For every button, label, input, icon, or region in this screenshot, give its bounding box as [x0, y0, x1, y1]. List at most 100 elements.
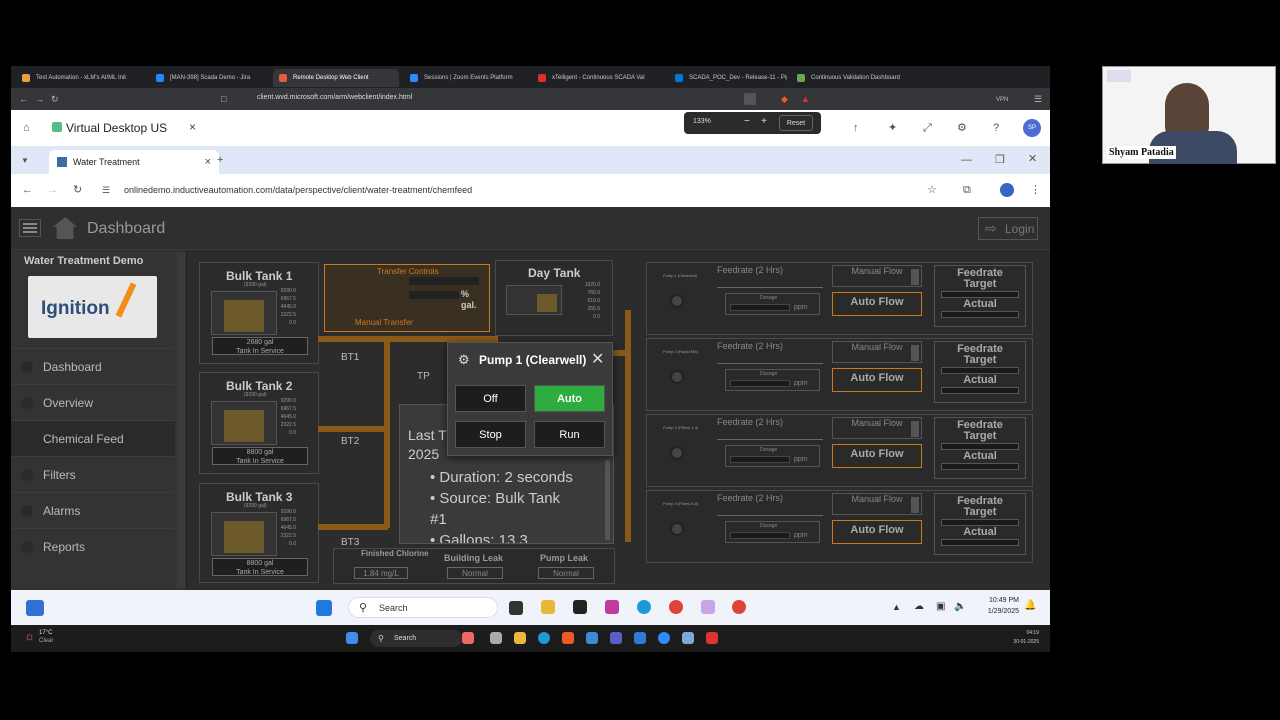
manual-flow-button[interactable]: Manual Flow	[832, 417, 922, 439]
window-close-icon[interactable]: ✕	[1028, 153, 1037, 165]
auto-flow-button[interactable]: Auto Flow	[832, 520, 922, 544]
vpn-label[interactable]: VPN	[996, 95, 1008, 105]
acrobat-icon[interactable]	[706, 632, 718, 644]
reload-icon[interactable]: ↻	[51, 94, 59, 104]
file-explorer-icon[interactable]	[541, 600, 555, 614]
zoom-icon[interactable]	[658, 632, 670, 644]
app2-icon[interactable]	[701, 600, 715, 614]
auto-flow-button[interactable]: Auto Flow	[832, 444, 922, 468]
bulk-tank-panel[interactable]: Bulk Tank 1 (9290 gal) 9290.0 6967.5 4645.0 2…	[199, 262, 319, 364]
transfer-source-select[interactable]	[409, 277, 479, 285]
nav-alarms[interactable]: Alarms	[11, 492, 175, 528]
volume-icon[interactable]: 🔈	[954, 601, 966, 613]
stop-button[interactable]: Stop	[455, 421, 526, 448]
chevron-up-icon[interactable]: ▲	[892, 601, 901, 613]
back-icon[interactable]: ←	[19, 94, 28, 104]
manual-flow-scroll[interactable]	[911, 345, 919, 361]
manual-flow-scroll[interactable]	[911, 497, 919, 513]
zoom-out-button[interactable]: −	[744, 116, 750, 127]
nav-reports[interactable]: Reports	[11, 528, 175, 564]
file-explorer-icon[interactable]	[514, 632, 526, 644]
nav-overview[interactable]: Overview	[11, 384, 175, 420]
run-button[interactable]: Run	[534, 421, 605, 448]
nav-dashboard[interactable]: Dashboard	[11, 348, 175, 384]
manual-transfer-button[interactable]: Manual Transfer	[355, 318, 413, 327]
outer-tab[interactable]: Test Automation - xLM's AI/ML Init	[16, 69, 144, 87]
edge-icon[interactable]	[637, 600, 651, 614]
outer-tab[interactable]: SCADA_POC_Dev - Release-11 - Pip	[669, 69, 787, 87]
inner-url[interactable]: onlinedemo.inductiveautomation.com/data/…	[124, 185, 472, 195]
off-button[interactable]: Off	[455, 385, 526, 412]
home-icon[interactable]	[53, 217, 77, 239]
login-button[interactable]: Login ⇨	[978, 217, 1038, 240]
menu-icon[interactable]: ☰	[1034, 94, 1042, 104]
remote-desktop-icon[interactable]	[682, 632, 694, 644]
new-tab-button[interactable]: +	[217, 154, 223, 166]
hamburger-icon[interactable]	[19, 219, 41, 237]
taskbar-date[interactable]: 1/29/2025	[977, 608, 1019, 615]
app-icon[interactable]	[462, 632, 474, 644]
outer-url[interactable]: client.wvd.microsoft.com/arm/webclient/i…	[257, 94, 412, 101]
bulk-tank-panel[interactable]: Bulk Tank 2 (9290 gal) 9290.0 6967.5 4645.0 2…	[199, 372, 319, 474]
forward-icon[interactable]: →	[47, 184, 58, 196]
terminal-icon[interactable]	[573, 600, 587, 614]
manual-flow-scroll[interactable]	[911, 269, 919, 285]
notification-icon[interactable]: 🔔	[1024, 600, 1036, 612]
start-icon[interactable]	[316, 600, 332, 616]
brave-icon[interactable]	[562, 632, 574, 644]
pump-icon[interactable]	[670, 294, 684, 308]
reload-icon[interactable]: ↻	[73, 184, 82, 196]
bulk-tank-panel[interactable]: Bulk Tank 3 (9290 gal) 9290.0 6967.5 4645.0 2…	[199, 483, 319, 583]
display-icon[interactable]: ▣	[936, 601, 945, 613]
home-icon[interactable]: ⌂	[23, 122, 30, 134]
zoom-reset-button[interactable]: Reset	[779, 115, 813, 131]
teams-icon[interactable]	[610, 632, 622, 644]
zoom-in-button[interactable]: +	[761, 116, 767, 127]
edge-icon[interactable]	[538, 632, 550, 644]
zoom-icon[interactable]	[744, 93, 756, 105]
modal-close-icon[interactable]: ✕	[591, 349, 604, 369]
connection-icon[interactable]: ✦	[888, 122, 897, 134]
task-view-icon[interactable]	[509, 601, 523, 615]
back-icon[interactable]: ←	[22, 184, 33, 196]
auto-button[interactable]: Auto	[534, 385, 605, 412]
vscode-icon[interactable]	[634, 632, 646, 644]
manual-flow-button[interactable]: Manual Flow	[832, 341, 922, 363]
star-icon[interactable]: ☆	[927, 184, 937, 196]
sidebar-scrollbar[interactable]	[177, 252, 185, 588]
app-icon[interactable]	[605, 600, 619, 614]
session-close-button[interactable]: ×	[189, 120, 196, 134]
chrome2-icon[interactable]	[732, 600, 746, 614]
manual-flow-scroll[interactable]	[911, 421, 919, 437]
forward-icon[interactable]: →	[35, 94, 44, 104]
widgets-icon[interactable]	[26, 600, 44, 616]
outer-tab[interactable]: Remote Desktop Web Client	[273, 69, 399, 87]
upload-icon[interactable]: ↑	[853, 122, 859, 134]
outer-tab[interactable]: Continuous Validation Dashboard	[791, 69, 923, 87]
task-view-icon[interactable]	[490, 632, 502, 644]
tab-list-icon[interactable]: ▼	[21, 155, 29, 167]
pump-icon[interactable]	[670, 522, 684, 536]
avatar[interactable]: SP	[1023, 119, 1041, 137]
host-time[interactable]: 04:19	[1001, 630, 1039, 636]
pump-icon[interactable]	[670, 446, 684, 460]
brave-rewards-icon[interactable]: ▲	[801, 94, 810, 104]
outer-tab[interactable]: Sessions | Zoom Events Platform	[404, 69, 526, 87]
expand-icon[interactable]: ⤢	[923, 122, 932, 134]
outer-tab[interactable]: [MAN-398] Scada Demo - Jira	[150, 69, 268, 87]
manual-flow-button[interactable]: Manual Flow	[832, 493, 922, 515]
pump-icon[interactable]	[670, 370, 684, 384]
info-scrollbar[interactable]	[605, 460, 610, 540]
profile-icon[interactable]	[1000, 183, 1014, 197]
maximize-icon[interactable]: ❐	[995, 154, 1005, 166]
tab-water-treatment[interactable]: Water Treatment ×	[49, 150, 219, 174]
auto-flow-button[interactable]: Auto Flow	[832, 368, 922, 392]
site-info-icon[interactable]: ☰	[102, 184, 110, 196]
extensions-icon[interactable]: ⧉	[963, 184, 971, 196]
taskbar-search[interactable]: ⚲ Search	[348, 597, 498, 618]
more-icon[interactable]: ⋮	[1030, 184, 1041, 196]
app2-icon[interactable]	[586, 632, 598, 644]
host-search[interactable]: ⚲ Search	[370, 630, 462, 647]
nav-filters[interactable]: Filters	[11, 456, 175, 492]
minimize-icon[interactable]: —	[961, 154, 972, 166]
